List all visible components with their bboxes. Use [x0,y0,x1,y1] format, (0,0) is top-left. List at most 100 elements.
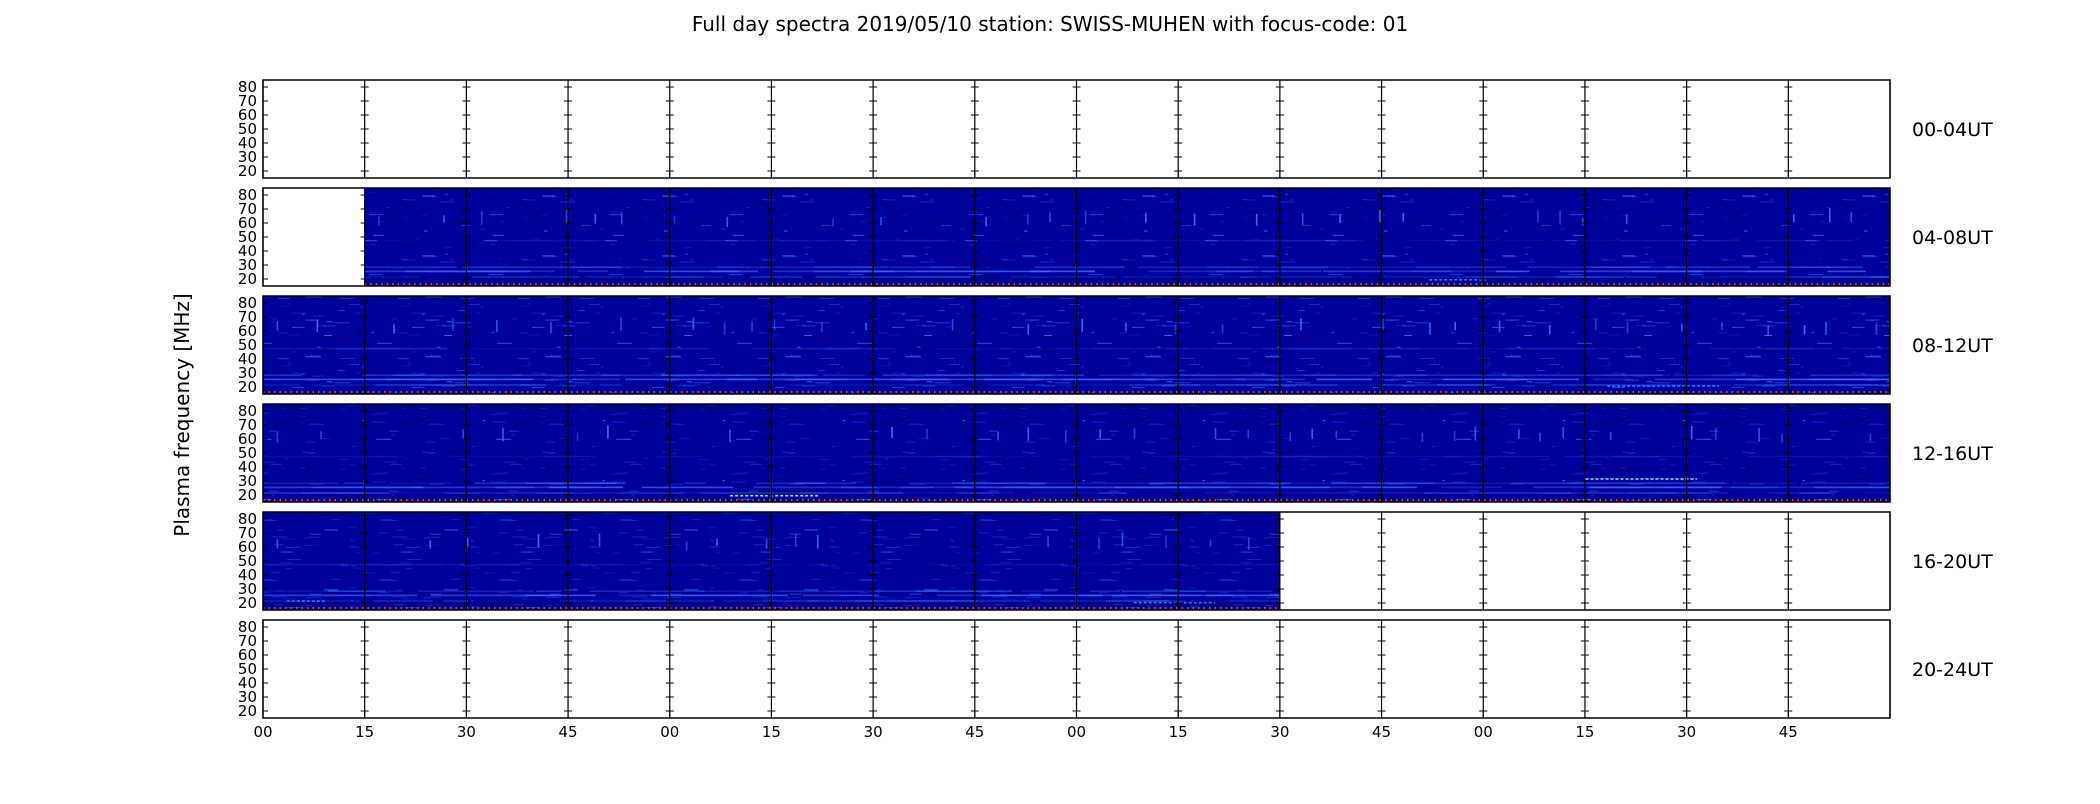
interference-band [1037,384,1131,386]
emission-streak [765,539,768,549]
emission-streak [1248,537,1250,550]
interference-band [839,594,877,597]
interference-band [1216,270,1254,273]
emission-streak [1027,427,1030,441]
interference-band [1316,378,1373,381]
y-tick-label: 80 [238,78,257,96]
emission-streak [467,538,469,548]
emission-streak [1714,427,1717,440]
interference-band [804,563,836,566]
emission-streak [1548,324,1551,335]
interference-band [362,374,522,376]
interference-band [1440,486,1502,489]
emission-streak [1255,214,1258,226]
interference-band [443,600,469,602]
emission-streak [1047,535,1049,547]
interference-band [327,590,385,592]
x-tick-label: 15 [1575,723,1594,741]
interference-band [1599,347,1648,350]
interference-band [324,594,373,597]
interference-band [1556,276,1624,278]
interference-band [1506,347,1598,350]
emission-streak [550,322,552,334]
interference-band [1298,384,1392,386]
interference-band [979,239,1052,242]
emission-streak [1339,214,1341,224]
emission-streak [1825,322,1827,335]
emission-streak [1081,319,1083,332]
emission-streak [1429,322,1431,335]
interference-band [1657,492,1728,494]
panel-label: 20-24UT [1912,659,1993,681]
emission-streak [773,318,776,331]
interference-band [468,378,497,381]
emission-streak [1125,322,1127,332]
emission-streak [723,322,726,335]
emission-streak [598,533,601,547]
interference-band [1281,266,1328,268]
interference-band [826,347,860,350]
interference-band [1396,374,1506,376]
interference-band [1114,486,1188,489]
interference-band [906,276,970,278]
emission-streak [496,320,498,332]
interference-band [1870,276,1890,278]
interference-band [1273,594,1280,597]
emission-streak [607,425,609,439]
emission-streak [1247,430,1249,439]
emission-streak [951,319,954,331]
emission-streak [1099,429,1101,439]
interference-band [915,590,1013,592]
emission-streak [452,318,454,331]
emission-streak [1193,213,1196,226]
emission-streak [576,432,579,442]
interference-band [524,594,596,597]
interference-band [1653,455,1683,458]
emission-streak [816,534,819,549]
interference-band [559,384,597,386]
interference-band [1842,347,1890,350]
emission-streak [1474,426,1477,441]
interference-band [935,347,1011,350]
interference-band [582,239,610,242]
interference-band [1242,239,1324,242]
emission-streak [880,217,882,226]
emission-streak [1681,323,1683,332]
emission-streak [1145,212,1147,223]
x-tick-label: 30 [1270,723,1289,741]
interference-band [1367,347,1470,350]
interference-band [418,590,534,592]
interference-band [1010,276,1116,278]
emission-streak [1382,318,1385,330]
interference-band [710,270,759,273]
emission-streak [1098,537,1100,550]
emission-streak [320,431,322,440]
emission-streak [1209,539,1212,547]
y-axis-label: Plasma frequency [MHz] [170,293,194,537]
x-tick-label: 45 [1372,723,1391,741]
emission-streak [794,534,797,548]
emission-streak [1335,430,1338,439]
emission-streak [594,214,597,224]
emission-streak [1829,208,1831,223]
interference-band [405,563,444,566]
emission-streak [926,428,928,440]
interference-band [263,482,338,484]
interference-band [684,594,776,597]
interference-band [1765,347,1814,350]
emission-streak [443,215,445,223]
interference-band [733,374,814,376]
interference-band [769,563,793,566]
interference-band [1862,492,1890,494]
interference-band [1019,374,1053,376]
emission-streak [729,429,731,443]
spectrum-panel-08-12UT: 2030405060708008-12UT [238,294,1993,396]
interference-band [370,347,450,350]
interference-band [1176,590,1273,592]
emission-streak [316,319,319,332]
interference-band [903,384,966,386]
interference-band [313,486,424,489]
interference-band [657,455,703,458]
interference-band [1586,492,1624,494]
interference-band [1827,270,1866,273]
